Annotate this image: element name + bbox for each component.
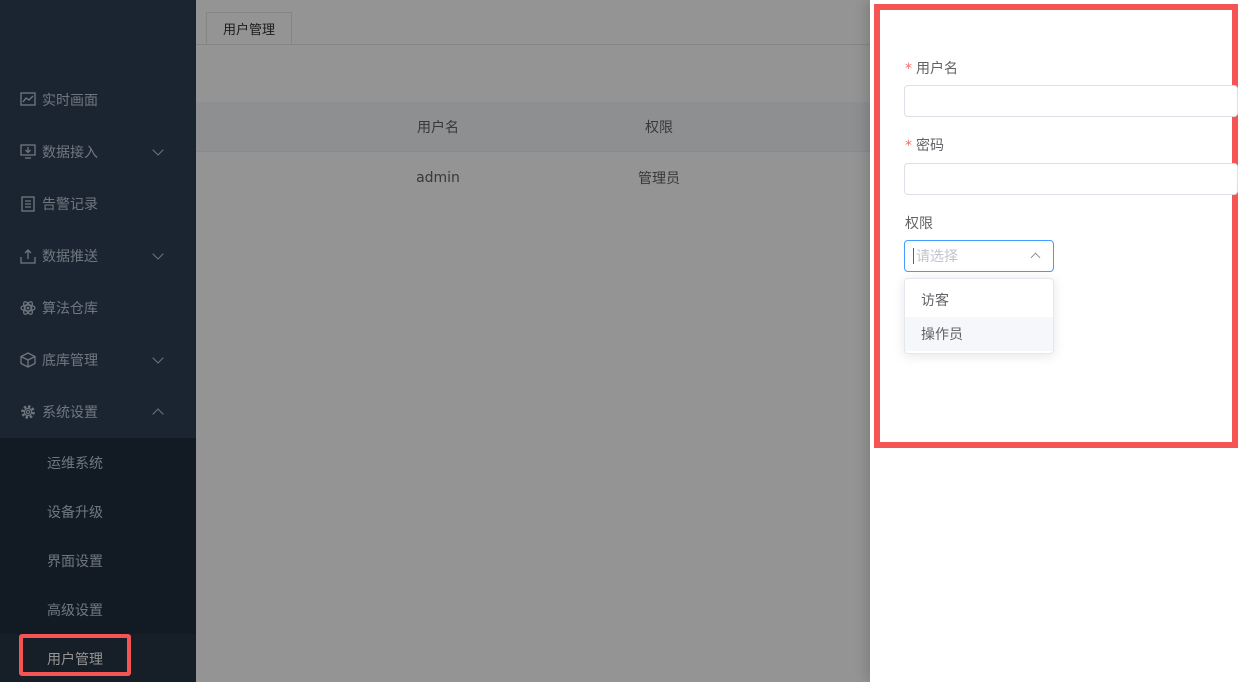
role-option-visitor[interactable]: 访客 [905, 283, 1053, 317]
password-label-text: 密码 [916, 138, 944, 154]
password-input[interactable] [904, 163, 1238, 195]
modal-mask[interactable] [0, 0, 870, 682]
chevron-up-icon [1030, 252, 1041, 263]
highlight-box [19, 634, 131, 676]
username-label-text: 用户名 [916, 61, 958, 77]
required-mark: * [905, 138, 912, 154]
text-cursor [913, 248, 914, 264]
role-select-placeholder: 请选择 [916, 249, 958, 265]
role-dropdown: 访客 操作员 [904, 278, 1054, 354]
username-label: * 用户名 [905, 58, 958, 78]
password-label: * 密码 [905, 135, 944, 155]
user-form-drawer: * 用户名 * 密码 权限 请选择 访客 操作员 [870, 0, 1242, 682]
role-label: 权限 [905, 213, 933, 233]
role-label-text: 权限 [905, 216, 933, 232]
required-mark: * [905, 61, 912, 77]
username-input[interactable] [904, 85, 1238, 117]
role-option-operator[interactable]: 操作员 [905, 317, 1053, 351]
role-select[interactable]: 请选择 [904, 240, 1054, 272]
